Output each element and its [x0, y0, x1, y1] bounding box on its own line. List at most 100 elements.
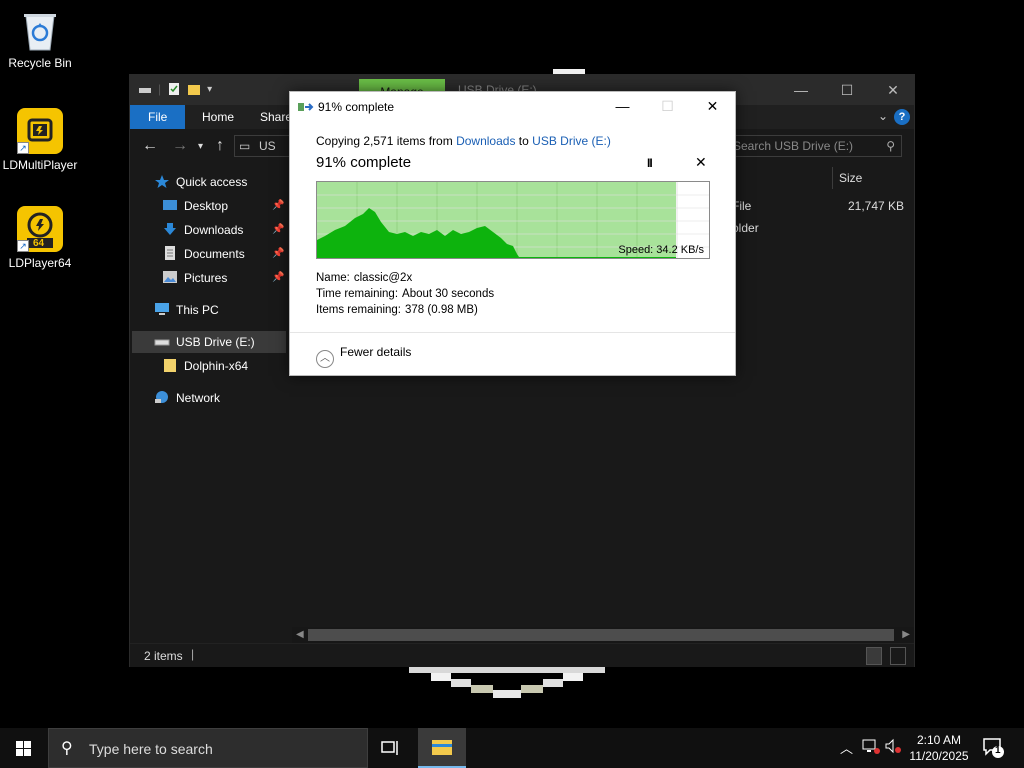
shortcut-arrow-icon: ↗ — [17, 142, 29, 154]
nav-desktop[interactable]: Desktop 📌 — [162, 195, 284, 217]
nav-this-pc[interactable]: This PC — [154, 299, 219, 321]
pin-icon[interactable]: 📌 — [272, 243, 284, 265]
desktop-folder-icon — [162, 197, 178, 211]
ldplayer64-label: LDPlayer64 — [8, 256, 72, 270]
up-arrow-icon[interactable]: ↑ — [216, 137, 224, 155]
speed-label: Speed: 34.2 KB/s — [618, 244, 704, 256]
download-arrow-icon — [162, 221, 178, 235]
copy-summary: Copying 2,571 items from Downloads to US… — [316, 134, 611, 148]
drive-icon[interactable] — [138, 82, 152, 96]
ldmultiplayer-icon: ↗ — [17, 108, 63, 154]
name-value: classic@2x — [353, 272, 413, 284]
items-label: Items remaining: — [316, 304, 402, 316]
folder-icon — [432, 740, 452, 755]
taskbar-search-placeholder: Type here to search — [89, 741, 213, 757]
documents-icon — [162, 245, 178, 260]
scrollbar-thumb[interactable] — [308, 629, 894, 641]
show-hidden-icons-chevron-icon[interactable]: ︿ — [840, 738, 853, 757]
notification-count: 1 — [995, 745, 1001, 756]
search-input[interactable]: Search USB Drive (E:) ⚲ — [726, 135, 902, 157]
shortcut-arrow-icon: ↗ — [17, 240, 29, 252]
nav-dolphin-folder[interactable]: Dolphin-x64 — [162, 355, 248, 377]
close-button[interactable]: ✕ — [870, 75, 916, 105]
address-text: US — [259, 139, 276, 153]
pin-icon[interactable]: 📌 — [272, 195, 284, 217]
quick-access-toolbar: | ▾ — [138, 82, 212, 96]
clock-time: 2:10 AM — [916, 733, 962, 747]
recycle-bin-icon — [22, 8, 58, 52]
system-clock[interactable]: 2:10 AM 11/20/2025 — [904, 732, 974, 764]
network-status-icon[interactable] — [862, 738, 880, 757]
pin-icon[interactable]: 📌 — [272, 219, 284, 241]
start-button[interactable] — [0, 728, 48, 768]
qat-dropdown-icon[interactable]: ▾ — [207, 84, 212, 95]
progress-heading: 91% complete — [316, 154, 412, 171]
desktop-icon-recycle-bin[interactable]: Recycle Bin — [0, 8, 80, 70]
tab-home[interactable]: Home — [188, 105, 248, 129]
folder-row-type[interactable]: older — [732, 221, 759, 235]
time-remaining-row: Time remaining: About 30 seconds — [316, 288, 494, 300]
fewer-details-button[interactable]: ︿ Fewer details — [316, 345, 411, 368]
taskbar-file-explorer[interactable] — [418, 728, 466, 768]
windows-logo-icon — [16, 741, 31, 756]
nav-downloads[interactable]: Downloads 📌 — [162, 219, 284, 241]
minimize-button[interactable]: — — [778, 75, 824, 105]
nav-pictures[interactable]: Pictures 📌 — [162, 267, 284, 289]
items-remaining-row: Items remaining: 378 (0.98 MB) — [316, 304, 478, 316]
recycle-bin-label: Recycle Bin — [8, 56, 72, 70]
items-value: 378 (0.98 MB) — [405, 304, 478, 316]
dialog-separator — [290, 332, 735, 333]
scroll-left-icon[interactable]: ◀ — [296, 627, 304, 643]
source-link[interactable]: Downloads — [456, 134, 515, 148]
clock-date: 11/20/2025 — [909, 749, 969, 763]
drive-icon: ▭ — [239, 139, 251, 153]
pin-icon[interactable]: 📌 — [272, 267, 284, 289]
dialog-close-button[interactable]: ✕ — [690, 92, 735, 122]
large-icons-view-icon[interactable] — [890, 647, 906, 665]
nav-documents[interactable]: Documents 📌 — [162, 243, 284, 265]
ldplayer64-icon: 64 ↗ — [17, 206, 63, 252]
computer-icon — [154, 301, 170, 315]
desktop-icon-ldmultiplayer[interactable]: ↗ LDMultiPlayer — [0, 108, 80, 172]
pictures-icon — [162, 269, 178, 283]
dialog-maximize-button: ☐ — [661, 98, 674, 114]
pause-button[interactable]: II — [647, 156, 653, 170]
name-label: Name: — [316, 272, 350, 284]
action-center-icon[interactable]: 1 — [982, 736, 1004, 758]
folder-icon — [162, 357, 178, 372]
nav-usb-drive[interactable]: USB Drive (E:) — [154, 331, 255, 353]
copy-icon — [298, 101, 314, 113]
usb-drive-icon — [154, 333, 170, 347]
column-header-size[interactable]: Size — [832, 167, 908, 189]
properties-icon[interactable] — [167, 82, 181, 96]
name-row: Name: classic@2x — [316, 272, 412, 284]
ld64-badge: 64 — [33, 238, 45, 249]
task-view-icon[interactable] — [380, 738, 402, 758]
horizontal-scrollbar[interactable]: ◀ ▶ — [292, 627, 914, 643]
details-view-icon[interactable] — [866, 647, 882, 665]
taskbar: ⚲ Type here to search ︿ 2:10 AM 11/20/20… — [0, 728, 1024, 768]
nav-network[interactable]: Network — [154, 387, 220, 409]
search-icon: ⚲ — [886, 139, 895, 153]
taskbar-search-input[interactable]: ⚲ Type here to search — [48, 728, 368, 768]
expand-ribbon-icon[interactable]: ⌄ — [878, 109, 888, 123]
dialog-minimize-button[interactable]: — — [600, 92, 645, 122]
new-folder-icon[interactable] — [187, 82, 201, 96]
scroll-right-icon[interactable]: ▶ — [902, 627, 910, 643]
back-arrow-icon[interactable]: ← — [142, 137, 158, 155]
dialog-title-bar: 91% complete — ☐ ✕ — [290, 92, 735, 122]
address-bar[interactable]: ▭ US — [234, 135, 294, 157]
volume-muted-icon[interactable] — [884, 738, 902, 757]
search-icon: ⚲ — [61, 740, 73, 757]
maximize-button[interactable]: ☐ — [824, 75, 870, 105]
desktop-icon-ldplayer64[interactable]: 64 ↗ LDPlayer64 — [0, 206, 80, 270]
nav-quick-access[interactable]: Quick access — [154, 171, 247, 193]
forward-arrow-icon[interactable]: → — [172, 137, 188, 155]
recent-locations-icon[interactable]: ▾ — [198, 141, 203, 152]
destination-link[interactable]: USB Drive (E:) — [532, 134, 611, 148]
tab-file[interactable]: File — [130, 105, 186, 129]
copy-progress-dialog: 91% complete — ☐ ✕ Copying 2,571 items f… — [289, 91, 736, 376]
chevron-up-icon: ︿ — [316, 350, 334, 368]
help-icon[interactable]: ? — [894, 109, 910, 125]
cancel-copy-button[interactable]: ✕ — [695, 154, 707, 171]
